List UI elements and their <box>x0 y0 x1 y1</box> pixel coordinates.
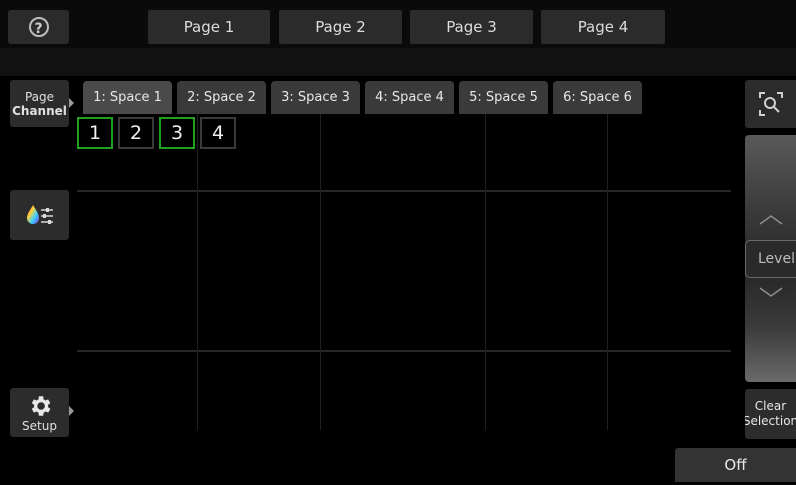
tab-space-5[interactable]: 5: Space 5 <box>459 81 548 114</box>
level-handle[interactable]: Level <box>745 240 796 278</box>
help-button[interactable]: ? <box>8 10 69 44</box>
expand-arrow-icon <box>69 98 74 108</box>
zoom-fit-button[interactable] <box>745 80 796 128</box>
page-3-button[interactable]: Page 3 <box>410 10 533 44</box>
fixture-1[interactable]: 1 <box>77 117 113 149</box>
tab-space-2[interactable]: 2: Space 2 <box>177 81 266 114</box>
fixture-4[interactable]: 4 <box>200 117 236 149</box>
grid-line <box>77 190 731 192</box>
grid-line <box>607 114 608 430</box>
help-icon: ? <box>28 17 49 37</box>
tab-space-4[interactable]: 4: Space 4 <box>365 81 454 114</box>
fixture-2[interactable]: 2 <box>118 117 154 149</box>
grid-line <box>320 114 321 430</box>
page-4-button[interactable]: Page 4 <box>541 10 665 44</box>
setup-label: Setup <box>22 418 57 433</box>
clear-selection-button[interactable]: Clear Selection <box>745 389 796 439</box>
fixture-grid[interactable] <box>77 114 731 430</box>
fixture-3[interactable]: 3 <box>159 117 195 149</box>
tab-space-1[interactable]: 1: Space 1 <box>83 81 172 114</box>
page-channel-button[interactable]: Page Channel <box>10 80 69 127</box>
color-button[interactable] <box>10 190 69 240</box>
channel-label: Channel <box>12 103 67 118</box>
setup-button[interactable]: Setup <box>10 388 69 437</box>
sub-bar <box>0 48 796 76</box>
page-label: Page <box>24 89 55 104</box>
grid-line <box>485 114 486 430</box>
clear-label: Clear <box>754 399 787 413</box>
tab-space-3[interactable]: 3: Space 3 <box>271 81 360 114</box>
grid-line <box>197 114 198 430</box>
gear-icon <box>31 395 50 416</box>
grid-line <box>77 350 731 352</box>
page-2-button[interactable]: Page 2 <box>279 10 402 44</box>
tab-space-6[interactable]: 6: Space 6 <box>553 81 642 114</box>
chevron-up-icon <box>759 215 783 225</box>
selection-label: Selection <box>745 414 796 428</box>
setup-arrow-icon <box>69 406 74 416</box>
chevron-down-icon <box>759 287 783 297</box>
color-palette-icon <box>26 205 53 224</box>
off-button[interactable]: Off <box>675 448 796 482</box>
zoom-fit-icon <box>758 92 783 116</box>
page-1-button[interactable]: Page 1 <box>148 10 270 44</box>
